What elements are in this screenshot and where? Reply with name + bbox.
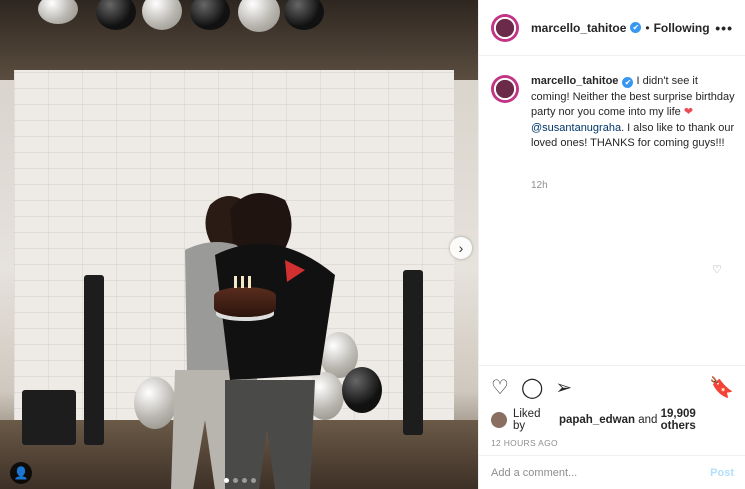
username-link[interactable]: marcello_tahitoe: [531, 21, 626, 35]
comment-icon[interactable]: ◯: [521, 376, 543, 400]
candle: [248, 276, 251, 288]
post-date: 12 HOURS AGO: [491, 438, 558, 448]
verified-badge-icon: ✔: [630, 22, 642, 33]
candle: [234, 276, 237, 288]
birthday-cake: [214, 287, 276, 317]
likes-count-link[interactable]: 19,909 others: [661, 408, 734, 432]
following-button[interactable]: Following: [654, 21, 710, 35]
liked-by-prefix: Liked by: [512, 408, 541, 432]
carousel-dot: [251, 478, 256, 483]
caption-username[interactable]: marcello_tahitoe: [531, 75, 618, 87]
couple-figures: [171, 192, 335, 489]
post-sidebar: marcello_tahitoe ✔ • Following ••• marce…: [478, 0, 745, 489]
red-heart-icon: ❤: [683, 106, 694, 118]
liker-avatar[interactable]: [491, 412, 507, 428]
liked-by: Liked by papah_edwan and 19,909 others: [491, 408, 734, 432]
post-actions: ♡ ◯ ➢ 🔖 Liked by papah_edwan and 19,909 …: [479, 365, 745, 448]
comment-like-heart-icon[interactable]: ♡: [712, 263, 722, 276]
separator-dot: •: [645, 20, 650, 35]
verified-badge-icon: ✔: [622, 77, 634, 88]
subwoofer: [22, 390, 76, 445]
tower-speaker: [84, 275, 104, 445]
share-icon[interactable]: ➢: [555, 376, 572, 400]
comment-bar: Post: [479, 455, 745, 489]
caption: marcello_tahitoe ✔ I didn't see it coming…: [491, 74, 736, 152]
tower-speaker: [403, 270, 423, 435]
avatar[interactable]: [491, 75, 519, 103]
carousel-dot: [233, 478, 238, 483]
post-comment-button[interactable]: Post: [710, 467, 734, 479]
mention-link[interactable]: @susantanugraha: [531, 122, 621, 134]
liked-by-and: and: [638, 414, 658, 426]
liker-username-link[interactable]: papah_edwan: [559, 414, 635, 426]
carousel-dot: [224, 478, 229, 483]
like-heart-icon[interactable]: ♡: [491, 376, 509, 400]
comment-input[interactable]: [491, 466, 711, 479]
avatar[interactable]: [491, 13, 519, 42]
caption-timestamp: 12h: [531, 180, 548, 191]
candle: [241, 276, 244, 288]
carousel-dots: [224, 478, 256, 483]
user-tag-icon[interactable]: 👤: [10, 462, 32, 484]
more-options-icon[interactable]: •••: [715, 20, 733, 36]
caption-text: marcello_tahitoe ✔ I didn't see it coming…: [531, 74, 736, 152]
post-header: marcello_tahitoe ✔ • Following •••: [479, 0, 745, 56]
next-arrow-icon[interactable]: ›: [450, 237, 472, 259]
post-photo[interactable]: › 👤: [0, 0, 478, 489]
bookmark-icon[interactable]: 🔖: [709, 376, 734, 400]
carousel-dot: [242, 478, 247, 483]
